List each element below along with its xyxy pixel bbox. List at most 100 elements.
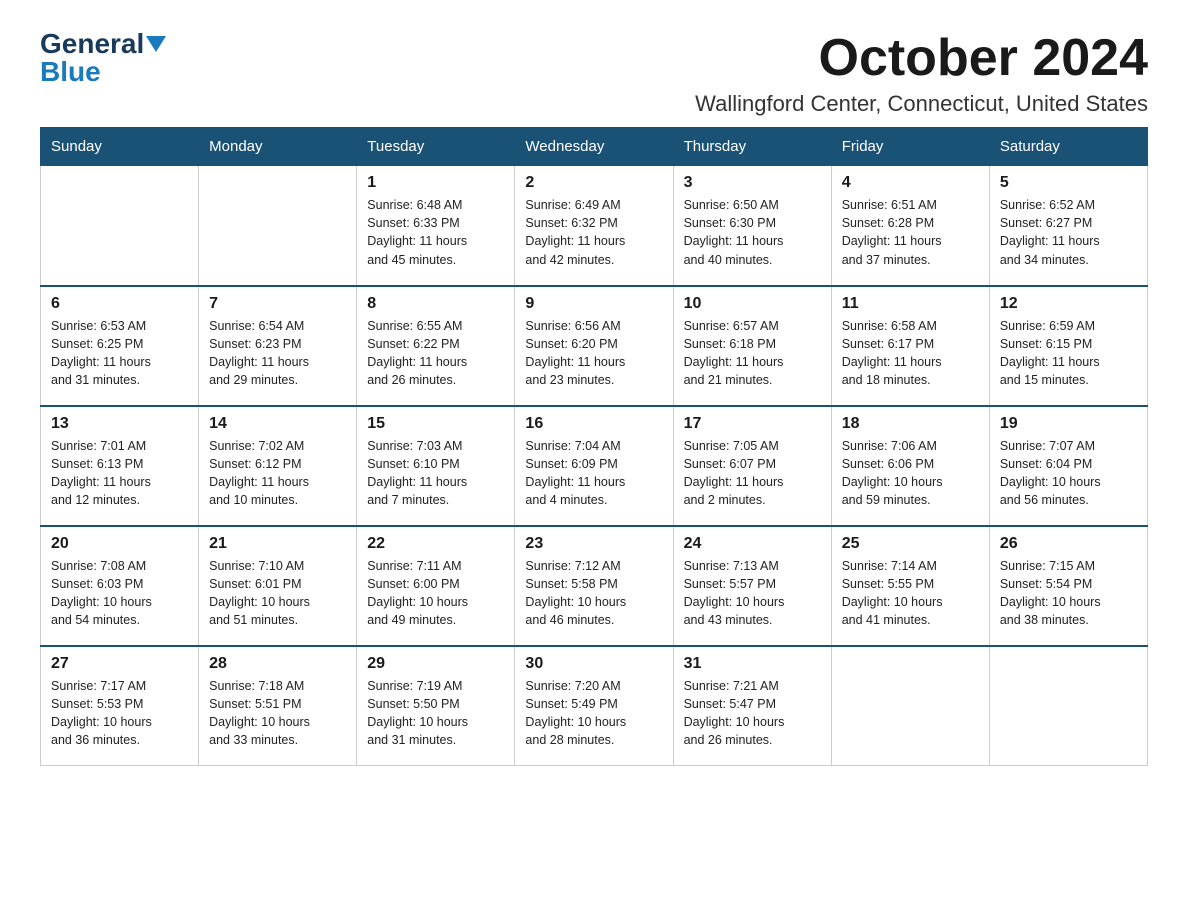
day-number: 11 (842, 295, 979, 313)
day-info: Sunrise: 7:13 AMSunset: 5:57 PMDaylight:… (684, 557, 821, 630)
calendar-cell: 6 Sunrise: 6:53 AMSunset: 6:25 PMDaylight… (41, 286, 199, 406)
day-number: 29 (367, 655, 504, 673)
day-number: 14 (209, 415, 346, 433)
day-info: Sunrise: 6:53 AMSunset: 6:25 PMDaylight:… (51, 317, 188, 390)
calendar-cell: 15 Sunrise: 7:03 AMSunset: 6:10 PMDayligh… (357, 406, 515, 526)
calendar-cell: 31 Sunrise: 7:21 AMSunset: 5:47 PMDayligh… (673, 646, 831, 766)
day-number: 24 (684, 535, 821, 553)
day-info: Sunrise: 7:20 AMSunset: 5:49 PMDaylight:… (525, 677, 662, 750)
day-info: Sunrise: 6:56 AMSunset: 6:20 PMDaylight:… (525, 317, 662, 390)
day-info: Sunrise: 7:10 AMSunset: 6:01 PMDaylight:… (209, 557, 346, 630)
day-number: 23 (525, 535, 662, 553)
day-number: 6 (51, 295, 188, 313)
day-number: 20 (51, 535, 188, 553)
day-number: 10 (684, 295, 821, 313)
calendar-cell: 20Sunrise: 7:08 AMSunset: 6:03 PMDayligh… (41, 526, 199, 646)
day-number: 8 (367, 295, 504, 313)
location-title: Wallingford Center, Connecticut, United … (695, 91, 1148, 117)
calendar-week-row: 13 Sunrise: 7:01 AMSunset: 6:13 PMDayligh… (41, 406, 1148, 526)
day-info: Sunrise: 6:57 AMSunset: 6:18 PMDaylight:… (684, 317, 821, 390)
calendar-cell: 8 Sunrise: 6:55 AMSunset: 6:22 PMDaylight… (357, 286, 515, 406)
day-info: Sunrise: 7:12 AMSunset: 5:58 PMDaylight:… (525, 557, 662, 630)
day-number: 1 (367, 174, 504, 192)
calendar-cell: 28 Sunrise: 7:18 AMSunset: 5:51 PMDayligh… (199, 646, 357, 766)
day-header-tuesday: Tuesday (357, 128, 515, 166)
day-number: 2 (525, 174, 662, 192)
day-number: 25 (842, 535, 979, 553)
calendar-week-row: 1 Sunrise: 6:48 AMSunset: 6:33 PMDaylight… (41, 166, 1148, 286)
day-info: Sunrise: 7:18 AMSunset: 5:51 PMDaylight:… (209, 677, 346, 750)
calendar-cell: 1 Sunrise: 6:48 AMSunset: 6:33 PMDaylight… (357, 166, 515, 286)
day-info: Sunrise: 7:17 AMSunset: 5:53 PMDaylight:… (51, 677, 188, 750)
day-info: Sunrise: 7:03 AMSunset: 6:10 PMDaylight:… (367, 437, 504, 510)
calendar-cell (831, 646, 989, 766)
calendar-cell: 4Sunrise: 6:51 AMSunset: 6:28 PMDaylight… (831, 166, 989, 286)
day-number: 28 (209, 655, 346, 673)
day-info: Sunrise: 7:21 AMSunset: 5:47 PMDaylight:… (684, 677, 821, 750)
day-info: Sunrise: 7:02 AMSunset: 6:12 PMDaylight:… (209, 437, 346, 510)
calendar-cell: 24 Sunrise: 7:13 AMSunset: 5:57 PMDayligh… (673, 526, 831, 646)
calendar-cell: 23 Sunrise: 7:12 AMSunset: 5:58 PMDayligh… (515, 526, 673, 646)
day-info: Sunrise: 7:11 AMSunset: 6:00 PMDaylight:… (367, 557, 504, 630)
day-info: Sunrise: 6:58 AMSunset: 6:17 PMDaylight:… (842, 317, 979, 390)
day-info: Sunrise: 7:04 AMSunset: 6:09 PMDaylight:… (525, 437, 662, 510)
calendar-cell: 10 Sunrise: 6:57 AMSunset: 6:18 PMDayligh… (673, 286, 831, 406)
day-number: 13 (51, 415, 188, 433)
calendar-cell: 12 Sunrise: 6:59 AMSunset: 6:15 PMDayligh… (989, 286, 1147, 406)
calendar-cell (199, 166, 357, 286)
calendar-cell: 13 Sunrise: 7:01 AMSunset: 6:13 PMDayligh… (41, 406, 199, 526)
day-info: Sunrise: 6:51 AMSunset: 6:28 PMDaylight:… (842, 196, 979, 269)
day-number: 5 (1000, 174, 1137, 192)
logo-triangle-icon (146, 36, 166, 52)
page-header: General Blue October 2024 Wallingford Ce… (40, 30, 1148, 117)
day-info: Sunrise: 7:05 AMSunset: 6:07 PMDaylight:… (684, 437, 821, 510)
day-header-sunday: Sunday (41, 128, 199, 166)
calendar-table: SundayMondayTuesdayWednesdayThursdayFrid… (40, 127, 1148, 766)
calendar-cell: 14 Sunrise: 7:02 AMSunset: 6:12 PMDayligh… (199, 406, 357, 526)
day-header-monday: Monday (199, 128, 357, 166)
calendar-cell: 18 Sunrise: 7:06 AMSunset: 6:06 PMDayligh… (831, 406, 989, 526)
calendar-cell: 11 Sunrise: 6:58 AMSunset: 6:17 PMDayligh… (831, 286, 989, 406)
day-info: Sunrise: 6:52 AMSunset: 6:27 PMDaylight:… (1000, 196, 1137, 269)
day-info: Sunrise: 7:06 AMSunset: 6:06 PMDaylight:… (842, 437, 979, 510)
day-info: Sunrise: 6:59 AMSunset: 6:15 PMDaylight:… (1000, 317, 1137, 390)
day-number: 19 (1000, 415, 1137, 433)
day-number: 31 (684, 655, 821, 673)
day-header-saturday: Saturday (989, 128, 1147, 166)
calendar-cell: 3 Sunrise: 6:50 AMSunset: 6:30 PMDaylight… (673, 166, 831, 286)
day-number: 3 (684, 174, 821, 192)
day-number: 22 (367, 535, 504, 553)
day-number: 16 (525, 415, 662, 433)
day-number: 17 (684, 415, 821, 433)
calendar-cell: 27Sunrise: 7:17 AMSunset: 5:53 PMDayligh… (41, 646, 199, 766)
calendar-cell: 5 Sunrise: 6:52 AMSunset: 6:27 PMDaylight… (989, 166, 1147, 286)
day-info: Sunrise: 7:14 AMSunset: 5:55 PMDaylight:… (842, 557, 979, 630)
logo-general-text: General (40, 30, 144, 58)
calendar-cell: 25 Sunrise: 7:14 AMSunset: 5:55 PMDayligh… (831, 526, 989, 646)
day-info: Sunrise: 6:48 AMSunset: 6:33 PMDaylight:… (367, 196, 504, 269)
calendar-cell: 29Sunrise: 7:19 AMSunset: 5:50 PMDayligh… (357, 646, 515, 766)
day-number: 7 (209, 295, 346, 313)
calendar-cell: 21 Sunrise: 7:10 AMSunset: 6:01 PMDayligh… (199, 526, 357, 646)
day-info: Sunrise: 7:01 AMSunset: 6:13 PMDaylight:… (51, 437, 188, 510)
calendar-cell: 26Sunrise: 7:15 AMSunset: 5:54 PMDayligh… (989, 526, 1147, 646)
day-info: Sunrise: 6:55 AMSunset: 6:22 PMDaylight:… (367, 317, 504, 390)
day-header-friday: Friday (831, 128, 989, 166)
title-area: October 2024 Wallingford Center, Connect… (695, 30, 1148, 117)
day-info: Sunrise: 6:49 AMSunset: 6:32 PMDaylight:… (525, 196, 662, 269)
calendar-cell: 22 Sunrise: 7:11 AMSunset: 6:00 PMDayligh… (357, 526, 515, 646)
calendar-week-row: 27Sunrise: 7:17 AMSunset: 5:53 PMDayligh… (41, 646, 1148, 766)
calendar-cell (989, 646, 1147, 766)
days-header-row: SundayMondayTuesdayWednesdayThursdayFrid… (41, 128, 1148, 166)
day-number: 18 (842, 415, 979, 433)
calendar-cell: 7Sunrise: 6:54 AMSunset: 6:23 PMDaylight… (199, 286, 357, 406)
day-number: 12 (1000, 295, 1137, 313)
calendar-cell: 19 Sunrise: 7:07 AMSunset: 6:04 PMDayligh… (989, 406, 1147, 526)
day-info: Sunrise: 7:07 AMSunset: 6:04 PMDaylight:… (1000, 437, 1137, 510)
day-number: 15 (367, 415, 504, 433)
day-number: 21 (209, 535, 346, 553)
day-number: 9 (525, 295, 662, 313)
day-info: Sunrise: 7:15 AMSunset: 5:54 PMDaylight:… (1000, 557, 1137, 630)
day-info: Sunrise: 6:50 AMSunset: 6:30 PMDaylight:… (684, 196, 821, 269)
day-header-wednesday: Wednesday (515, 128, 673, 166)
